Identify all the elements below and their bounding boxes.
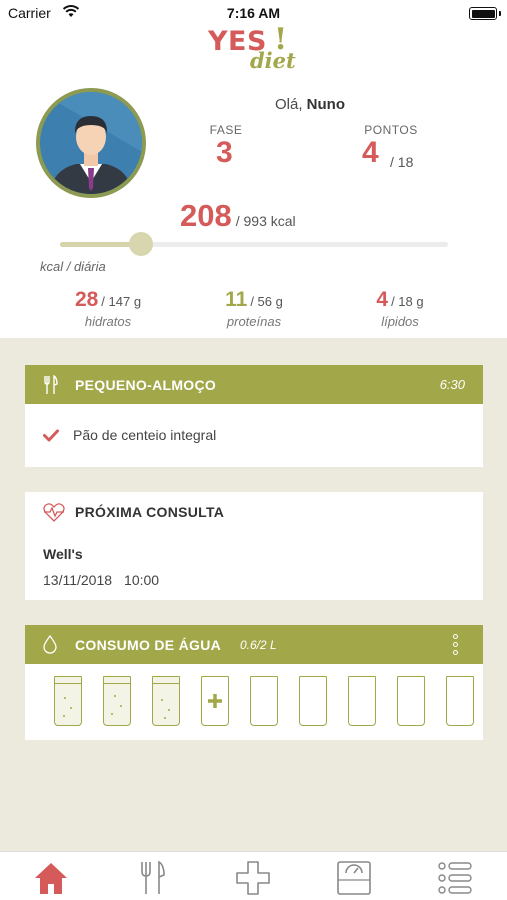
meal-title: PEQUENO-ALMOÇO	[75, 377, 217, 393]
consult-time: 10:00	[124, 572, 160, 588]
macro-name: lípidos	[381, 314, 419, 329]
water-drop-icon	[43, 635, 57, 654]
macro-total: / 147 g	[101, 294, 142, 309]
profile-header: YES ! diet Olá, Nuno FASE 3 PONTOS 4 / 1…	[0, 22, 507, 338]
points-value: 4	[362, 136, 379, 169]
macro-value: 28	[74, 288, 99, 311]
tab-meals[interactable]	[134, 860, 170, 896]
water-title: CONSUMO DE ÁGUA	[75, 637, 222, 653]
consult-date: 13/11/2018	[43, 572, 113, 588]
meal-time: 6:30	[439, 377, 465, 392]
water-glass-full[interactable]	[103, 676, 131, 726]
consult-card-header: PRÓXIMA CONSULTA	[25, 492, 483, 531]
calories-total: / 993 kcal	[235, 213, 296, 229]
points-label: PONTOS	[364, 123, 418, 137]
water-glass-full[interactable]	[54, 676, 82, 726]
meal-item-label: Pão de centeio integral	[73, 427, 217, 443]
calories-value: 208	[180, 198, 232, 233]
phase-value: 3	[216, 136, 233, 169]
consult-place: Well's	[43, 546, 83, 562]
user-name: Nuno	[306, 96, 345, 113]
add-water-glass-button[interactable]	[201, 676, 229, 726]
macro-value: 11	[225, 288, 248, 311]
water-glass-empty[interactable]	[397, 676, 425, 726]
consult-card[interactable]: PRÓXIMA CONSULTA Well's 13/11/2018 10:00	[25, 492, 483, 600]
macro-total: / 56 g	[250, 294, 283, 309]
fork-knife-icon	[44, 375, 58, 394]
water-card: CONSUMO DE ÁGUA 0.6/2 L	[25, 625, 483, 740]
tab-home[interactable]	[33, 860, 69, 896]
calories-summary: 208/ 993 kcal	[180, 198, 296, 234]
phase-label: FASE	[209, 123, 243, 137]
calories-progress-thumb	[129, 232, 154, 256]
fork-knife-icon	[141, 860, 165, 894]
water-glass-empty[interactable]	[446, 676, 474, 726]
scale-icon	[337, 861, 371, 895]
meal-card-header[interactable]: PEQUENO-ALMOÇO 6:30	[25, 365, 483, 404]
plus-icon	[208, 694, 222, 708]
macro-value: 4	[376, 288, 389, 311]
meal-card[interactable]: PEQUENO-ALMOÇO 6:30 Pão de centeio integ…	[25, 365, 483, 467]
tab-scale[interactable]	[336, 860, 372, 896]
home-icon	[35, 863, 67, 894]
list-icon	[438, 862, 472, 894]
macro-carbs: 28/ 147 g hidratos	[33, 288, 183, 329]
calories-label: kcal / diária	[40, 259, 106, 274]
macro-total: / 18 g	[391, 294, 424, 309]
water-glass-empty[interactable]	[250, 676, 278, 726]
calories-progress	[60, 232, 448, 256]
avatar[interactable]	[36, 88, 146, 198]
plus-icon	[236, 861, 270, 895]
heartbeat-icon	[43, 503, 65, 522]
more-options-icon[interactable]	[453, 634, 459, 658]
check-icon	[43, 429, 59, 442]
battery-icon	[469, 7, 501, 20]
status-time: 7:16 AM	[226, 5, 281, 21]
water-card-header: CONSUMO DE ÁGUA 0.6/2 L	[25, 625, 483, 664]
macro-protein: 11/ 56 g proteínas	[179, 288, 329, 329]
greeting: Olá, Nuno	[274, 96, 345, 113]
points-total: / 18	[390, 154, 414, 170]
tab-bar	[0, 851, 507, 900]
water-glass-empty[interactable]	[299, 676, 327, 726]
macro-name: hidratos	[84, 314, 132, 329]
consult-datetime: 13/11/2018 10:00	[43, 572, 159, 588]
water-amount: 0.6/2 L	[240, 638, 277, 652]
consult-title: PRÓXIMA CONSULTA	[75, 504, 225, 520]
macro-fat: 4/ 18 g lípidos	[325, 288, 475, 329]
tab-add[interactable]	[235, 860, 271, 896]
water-glass-empty[interactable]	[348, 676, 376, 726]
tab-menu[interactable]	[437, 860, 473, 896]
macro-name: proteínas	[226, 314, 282, 329]
status-bar: Carrier 7:16 AM	[0, 0, 507, 26]
water-glass-full[interactable]	[152, 676, 180, 726]
app-logo: YES ! diet	[208, 22, 296, 73]
